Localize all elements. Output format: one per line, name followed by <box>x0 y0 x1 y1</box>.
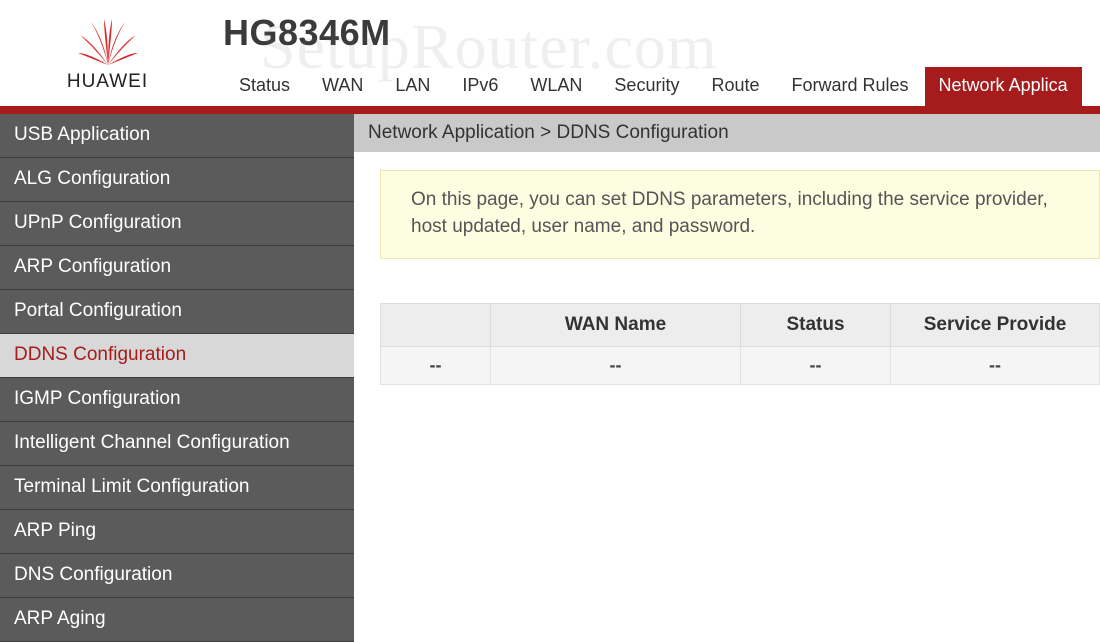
top-nav: Status WAN LAN IPv6 WLAN Security Route … <box>223 70 1100 106</box>
sidebar-item-alg-configuration[interactable]: ALG Configuration <box>0 158 354 202</box>
nav-lan[interactable]: LAN <box>379 69 446 106</box>
nav-security[interactable]: Security <box>598 69 695 106</box>
sidebar-item-upnp-configuration[interactable]: UPnP Configuration <box>0 202 354 246</box>
sidebar-item-arp-aging[interactable]: ARP Aging <box>0 598 354 642</box>
content-area: Network Application > DDNS Configuration… <box>354 114 1100 631</box>
td-service-provider: -- <box>891 347 1100 385</box>
th-service-provider: Service Provide <box>891 304 1100 347</box>
sidebar-item-igmp-configuration[interactable]: IGMP Configuration <box>0 378 354 422</box>
table-row[interactable]: -- -- -- -- <box>381 347 1100 385</box>
nav-wlan[interactable]: WLAN <box>514 69 598 106</box>
info-box: On this page, you can set DDNS parameter… <box>380 170 1100 259</box>
ddns-table: WAN Name Status Service Provide -- -- --… <box>380 303 1100 385</box>
th-checkbox <box>381 304 491 347</box>
table-header-row: WAN Name Status Service Provide <box>381 304 1100 347</box>
sidebar-item-usb-application[interactable]: USB Application <box>0 114 354 158</box>
header: HUAWEI HG8346M Status WAN LAN IPv6 WLAN … <box>0 0 1100 106</box>
brand-text: HUAWEI <box>67 71 148 93</box>
huawei-logo-icon <box>78 19 138 67</box>
sidebar-item-arp-configuration[interactable]: ARP Configuration <box>0 246 354 290</box>
td-wan-name: -- <box>491 347 741 385</box>
red-separator-bar <box>0 106 1100 114</box>
sidebar-item-ddns-configuration[interactable]: DDNS Configuration <box>0 334 354 378</box>
nav-route[interactable]: Route <box>695 69 775 106</box>
ddns-table-wrap: WAN Name Status Service Provide -- -- --… <box>380 303 1100 385</box>
body: USB Application ALG Configuration UPnP C… <box>0 114 1100 631</box>
sidebar-item-terminal-limit-configuration[interactable]: Terminal Limit Configuration <box>0 466 354 510</box>
th-status: Status <box>741 304 891 347</box>
model-block: HG8346M Status WAN LAN IPv6 WLAN Securit… <box>215 0 1100 106</box>
th-wan-name: WAN Name <box>491 304 741 347</box>
sidebar-item-arp-ping[interactable]: ARP Ping <box>0 510 354 554</box>
td-checkbox: -- <box>381 347 491 385</box>
td-status: -- <box>741 347 891 385</box>
model-number: HG8346M <box>223 12 1100 54</box>
sidebar: USB Application ALG Configuration UPnP C… <box>0 114 354 631</box>
logo-block: HUAWEI <box>0 0 215 106</box>
nav-status[interactable]: Status <box>223 69 306 106</box>
sidebar-item-intelligent-channel-configuration[interactable]: Intelligent Channel Configuration <box>0 422 354 466</box>
breadcrumb: Network Application > DDNS Configuration <box>354 114 1100 152</box>
sidebar-item-dns-configuration[interactable]: DNS Configuration <box>0 554 354 598</box>
sidebar-item-portal-configuration[interactable]: Portal Configuration <box>0 290 354 334</box>
nav-forward-rules[interactable]: Forward Rules <box>776 69 925 106</box>
nav-wan[interactable]: WAN <box>306 69 379 106</box>
nav-ipv6[interactable]: IPv6 <box>446 69 514 106</box>
nav-network-application[interactable]: Network Applica <box>925 67 1082 106</box>
